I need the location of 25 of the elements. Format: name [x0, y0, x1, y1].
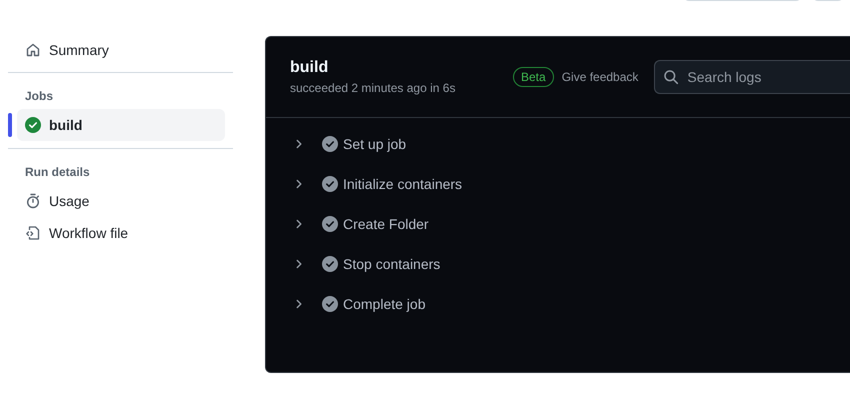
sidebar-link[interactable]: Usage [8, 185, 233, 217]
job-link[interactable]: build [17, 109, 225, 141]
section-heading: Jobs [24, 88, 54, 105]
search-icon [663, 69, 680, 85]
log-step[interactable]: Complete job [266, 284, 850, 324]
search-field[interactable]: Search logs [654, 60, 850, 94]
log-step[interactable]: Set up job [266, 124, 850, 164]
chevron-icon[interactable] [294, 179, 304, 189]
summary-link[interactable]: Summary [8, 34, 233, 66]
chevron-icon[interactable] [294, 219, 304, 229]
log-step[interactable]: Initialize containers [266, 164, 850, 204]
sidebar-link[interactable]: Workflow file [8, 217, 233, 249]
chevron-icon[interactable] [294, 259, 304, 269]
feedback-link[interactable]: Give feedback [562, 70, 638, 84]
section-heading: Run details [24, 164, 91, 181]
home-icon [25, 42, 41, 58]
stopwatch-icon [25, 193, 41, 209]
log-step[interactable]: Create Folder [266, 204, 850, 244]
job-title: build [290, 59, 330, 77]
log-step[interactable]: Stop containers [266, 244, 850, 284]
chevron-icon[interactable] [294, 299, 304, 309]
chevron-icon[interactable] [294, 139, 304, 149]
beta-label: Beta [513, 67, 554, 87]
file-code-icon [25, 225, 41, 241]
job-status-text: succeeded 2 minutes ago in 6s [290, 81, 456, 95]
